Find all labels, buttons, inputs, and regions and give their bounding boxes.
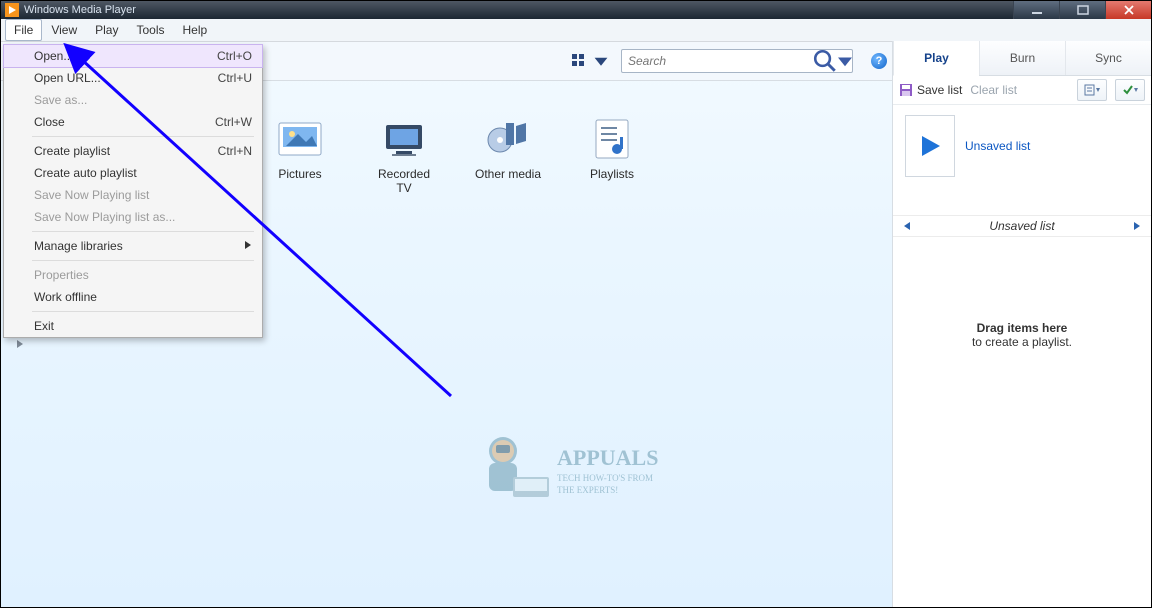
menuitem-shortcut: Ctrl+W	[215, 115, 252, 129]
library-label: Playlists	[590, 167, 634, 181]
save-list-label: Save list	[917, 83, 962, 97]
save-icon	[899, 83, 913, 97]
tv-icon	[381, 119, 427, 159]
menuitem-label: Save as...	[34, 93, 87, 107]
minimize-button[interactable]	[1013, 1, 1059, 19]
svg-text:APPUALS: APPUALS	[557, 445, 658, 470]
titlebar: Windows Media Player	[1, 1, 1151, 19]
save-list-button[interactable]: Save list	[899, 83, 962, 97]
drag-hint: Drag items here to create a playlist.	[893, 321, 1151, 349]
picture-icon	[277, 119, 323, 159]
right-tabs: Play Burn Sync	[893, 41, 1151, 76]
menu-tools[interactable]: Tools	[127, 19, 173, 41]
menuitem-open-url[interactable]: Open URL... Ctrl+U	[4, 67, 262, 89]
svg-text:THE EXPERTS!: THE EXPERTS!	[557, 485, 618, 495]
playlist-options-button[interactable]	[1077, 79, 1107, 101]
search-dropdown-icon[interactable]	[838, 54, 852, 68]
menu-file[interactable]: File	[5, 19, 42, 41]
playlist-thumb	[905, 115, 955, 177]
menu-view[interactable]: View	[42, 19, 86, 41]
clear-list-button[interactable]: Clear list	[970, 83, 1017, 97]
window-title: Windows Media Player	[24, 4, 136, 16]
menuitem-create-playlist[interactable]: Create playlist Ctrl+N	[4, 140, 262, 162]
drag-hint-sub: to create a playlist.	[893, 335, 1151, 349]
menuitem-save-now-playing-list: Save Now Playing list	[4, 184, 262, 206]
menuitem-label: Manage libraries	[34, 239, 123, 253]
menuitem-save-now-playing-list-as: Save Now Playing list as...	[4, 206, 262, 228]
playlist-icon	[589, 119, 635, 159]
menubar: File View Play Tools Help	[1, 19, 1151, 42]
library-label: Other media	[475, 167, 541, 181]
sidebar-fragment: x	[15, 337, 35, 351]
library-item-recorded-tv[interactable]: Recorded TV	[369, 119, 439, 195]
menuitem-label: Close	[34, 115, 65, 129]
menuitem-label: Save Now Playing list	[34, 188, 149, 202]
help-icon[interactable]: ?	[871, 53, 887, 69]
tab-burn[interactable]: Burn	[979, 41, 1065, 75]
library-item-other-media[interactable]: Other media	[473, 119, 543, 195]
menu-help[interactable]: Help	[174, 19, 217, 41]
tab-play[interactable]: Play	[893, 41, 979, 76]
tab-sync[interactable]: Sync	[1065, 41, 1151, 75]
menuitem-label: Create auto playlist	[34, 166, 137, 180]
unsaved-list-link[interactable]: Unsaved list	[965, 139, 1030, 153]
chevron-right-icon	[244, 239, 252, 253]
right-panel: Play Burn Sync Save list Clear list Unsa…	[892, 41, 1151, 607]
playlist-header: Unsaved list	[893, 105, 1151, 187]
menuitem-create-auto-playlist[interactable]: Create auto playlist	[4, 162, 262, 184]
app-icon	[5, 3, 19, 17]
menuitem-label: Save Now Playing list as...	[34, 210, 175, 224]
search-icon[interactable]	[812, 48, 838, 74]
menuitem-shortcut: Ctrl+N	[218, 144, 252, 158]
chevron-down-icon[interactable]	[593, 53, 609, 69]
menuitem-work-offline[interactable]: Work offline	[4, 286, 262, 308]
menuitem-label: Properties	[34, 268, 89, 282]
playlist-toolbar: Save list Clear list	[893, 76, 1151, 105]
menuitem-label: Work offline	[34, 290, 97, 304]
search-input[interactable]	[622, 54, 812, 68]
file-menu-dropdown: Open... Ctrl+O Open URL... Ctrl+U Save as...…	[3, 44, 263, 338]
window-controls	[1013, 1, 1151, 19]
window: Windows Media Player File View Play Tool…	[0, 0, 1152, 608]
check-options-icon	[1122, 84, 1138, 96]
other-media-icon	[485, 119, 531, 159]
library-item-pictures[interactable]: Pictures	[265, 119, 335, 195]
view-options	[571, 53, 609, 69]
menuitem-properties: Properties	[4, 264, 262, 286]
library-label: Recorded TV	[369, 167, 439, 195]
menuitem-save-as: Save as...	[4, 89, 262, 111]
menuitem-open[interactable]: Open... Ctrl+O	[4, 45, 262, 67]
playlist-title: Unsaved list	[913, 219, 1131, 233]
menu-play[interactable]: Play	[86, 19, 127, 41]
menuitem-manage-libraries[interactable]: Manage libraries	[4, 235, 262, 257]
menuitem-label: Open...	[34, 49, 73, 63]
drag-hint-main: Drag items here	[893, 321, 1151, 335]
view-mode-icon[interactable]	[571, 53, 587, 69]
maximize-button[interactable]	[1059, 1, 1105, 19]
menuitem-label: Exit	[34, 319, 54, 333]
library-label: Pictures	[278, 167, 321, 181]
menuitem-label: Create playlist	[34, 144, 110, 158]
next-arrow-icon[interactable]	[1131, 220, 1143, 232]
close-button[interactable]	[1105, 1, 1151, 19]
play-icon	[917, 133, 943, 159]
library-item-playlists[interactable]: Playlists	[577, 119, 647, 195]
svg-text:TECH HOW-TO'S FROM: TECH HOW-TO'S FROM	[557, 473, 653, 483]
menuitem-exit[interactable]: Exit	[4, 315, 262, 337]
list-options-icon	[1084, 84, 1100, 96]
menuitem-label: Open URL...	[34, 71, 101, 85]
playlist-title-row: Unsaved list	[893, 215, 1151, 237]
menuitem-shortcut: Ctrl+U	[218, 71, 252, 85]
prev-arrow-icon[interactable]	[901, 220, 913, 232]
search-box[interactable]	[621, 49, 853, 73]
menuitem-close[interactable]: Close Ctrl+W	[4, 111, 262, 133]
playlist-more-button[interactable]	[1115, 79, 1145, 101]
menuitem-shortcut: Ctrl+O	[217, 49, 252, 63]
watermark: APPUALS TECH HOW-TO'S FROM THE EXPERTS!	[469, 421, 679, 524]
